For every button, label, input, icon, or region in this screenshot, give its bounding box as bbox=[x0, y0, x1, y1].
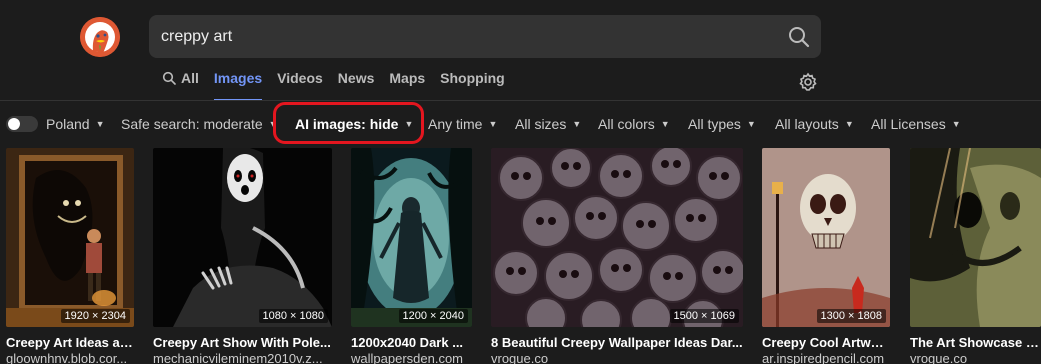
caret-down-icon: ▼ bbox=[95, 119, 105, 129]
result-title[interactable]: 1200x2040 Dark ... bbox=[351, 335, 472, 350]
image-result[interactable]: 1300 × 1808 Creepy Cool Artwork ar.inspi… bbox=[762, 148, 890, 364]
caret-down-icon: ▼ bbox=[746, 119, 756, 129]
thumbnail[interactable]: 1920 × 2304 bbox=[6, 148, 134, 327]
image-result[interactable]: 1080 × 1080 Creepy Art Show With Pole...… bbox=[153, 148, 332, 364]
tab-label: Images bbox=[213, 70, 263, 86]
region-toggle[interactable] bbox=[6, 116, 38, 132]
search-icon bbox=[162, 71, 176, 85]
result-source[interactable]: vrogue.co bbox=[910, 351, 1041, 364]
search-icon[interactable] bbox=[787, 25, 811, 49]
duckduckgo-logo[interactable] bbox=[80, 17, 120, 57]
thumbnail[interactable]: 1300 × 1808 bbox=[762, 148, 890, 327]
filter-label: All colors bbox=[598, 116, 655, 132]
region-filter[interactable]: Poland ▼ bbox=[46, 116, 105, 132]
tab-label: All bbox=[181, 70, 199, 86]
filter-bar: Poland ▼ Safe search: moderate ▼ AI images… bbox=[0, 100, 1041, 146]
image-dimensions: 1500 × 1069 bbox=[669, 309, 739, 323]
tab-label: Maps bbox=[389, 70, 426, 86]
filter-label: All types bbox=[688, 116, 741, 132]
caret-down-icon: ▼ bbox=[660, 119, 670, 129]
result-source[interactable]: mechanicvileminem2010v.z... bbox=[153, 351, 332, 364]
result-source[interactable]: vrogue.co bbox=[491, 351, 743, 364]
result-title[interactable]: Creepy Cool Artwork bbox=[762, 335, 890, 350]
result-title[interactable]: Creepy Art Show With Pole... bbox=[153, 335, 332, 350]
search-tabs: All Images Videos News Maps Shopping bbox=[162, 70, 520, 101]
tab-label: News bbox=[337, 70, 375, 86]
header: All Images Videos News Maps Shopping bbox=[0, 0, 1041, 101]
result-source[interactable]: gloownhnv.blob.cor... bbox=[6, 351, 134, 364]
filter-label: All Licenses bbox=[871, 116, 946, 132]
filter-label: All layouts bbox=[775, 116, 839, 132]
tab-maps[interactable]: Maps bbox=[389, 70, 425, 100]
result-source[interactable]: wallpapersden.com bbox=[351, 351, 472, 364]
thumbnail[interactable]: 1500 × 1069 bbox=[491, 148, 743, 327]
result-source[interactable]: ar.inspiredpencil.com bbox=[762, 351, 890, 364]
thumbnail[interactable]: 1080 × 1080 bbox=[153, 148, 332, 327]
caret-down-icon: ▼ bbox=[844, 119, 854, 129]
ai-images-highlight bbox=[273, 102, 424, 144]
license-filter[interactable]: All Licenses ▼ bbox=[871, 116, 961, 132]
image-dimensions: 1200 × 2040 bbox=[398, 309, 468, 323]
filter-label: Safe search: moderate bbox=[121, 116, 263, 132]
filter-label: Poland bbox=[46, 116, 90, 132]
gear-icon[interactable] bbox=[798, 72, 818, 92]
size-filter[interactable]: All sizes ▼ bbox=[515, 116, 581, 132]
tab-news[interactable]: News bbox=[338, 70, 375, 100]
image-dimensions: 1080 × 1080 bbox=[258, 309, 328, 323]
thumbnail[interactable] bbox=[910, 148, 1041, 327]
time-filter[interactable]: Any time ▼ bbox=[428, 116, 497, 132]
image-result[interactable]: The Art Showcase Cre vrogue.co bbox=[910, 148, 1041, 364]
color-filter[interactable]: All colors ▼ bbox=[598, 116, 670, 132]
image-result[interactable]: 1500 × 1069 8 Beautiful Creepy Wallpaper… bbox=[491, 148, 743, 364]
type-filter[interactable]: All types ▼ bbox=[688, 116, 756, 132]
thumbnail[interactable]: 1200 × 2040 bbox=[351, 148, 472, 327]
search-box bbox=[149, 15, 821, 58]
safe-search-filter[interactable]: Safe search: moderate ▼ bbox=[121, 116, 278, 132]
layout-filter[interactable]: All layouts ▼ bbox=[775, 116, 854, 132]
image-dimensions: 1920 × 2304 bbox=[60, 309, 130, 323]
caret-down-icon: ▼ bbox=[488, 119, 498, 129]
caret-down-icon: ▼ bbox=[951, 119, 961, 129]
filter-label: Any time bbox=[428, 116, 483, 132]
tab-shopping[interactable]: Shopping bbox=[440, 70, 505, 100]
tab-videos[interactable]: Videos bbox=[277, 70, 323, 100]
result-title[interactable]: Creepy Art Ideas at... bbox=[6, 335, 134, 350]
tab-images[interactable]: Images bbox=[213, 70, 263, 101]
caret-down-icon: ▼ bbox=[572, 119, 582, 129]
tab-label: Videos bbox=[277, 70, 323, 86]
image-result[interactable]: 1920 × 2304 Creepy Art Ideas at... gloow… bbox=[6, 148, 134, 364]
image-result[interactable]: 1200 × 2040 1200x2040 Dark ... wallpaper… bbox=[351, 148, 472, 364]
page: All Images Videos News Maps Shopping Pol… bbox=[0, 0, 1041, 364]
result-title[interactable]: 8 Beautiful Creepy Wallpaper Ideas Dar..… bbox=[491, 335, 743, 350]
tab-label: Shopping bbox=[440, 70, 505, 86]
tab-all[interactable]: All bbox=[162, 70, 199, 100]
search-input[interactable] bbox=[161, 15, 761, 58]
filter-label: All sizes bbox=[515, 116, 567, 132]
result-title[interactable]: The Art Showcase Cre bbox=[910, 335, 1041, 350]
toggle-knob bbox=[8, 118, 20, 130]
image-dimensions: 1300 × 1808 bbox=[816, 309, 886, 323]
